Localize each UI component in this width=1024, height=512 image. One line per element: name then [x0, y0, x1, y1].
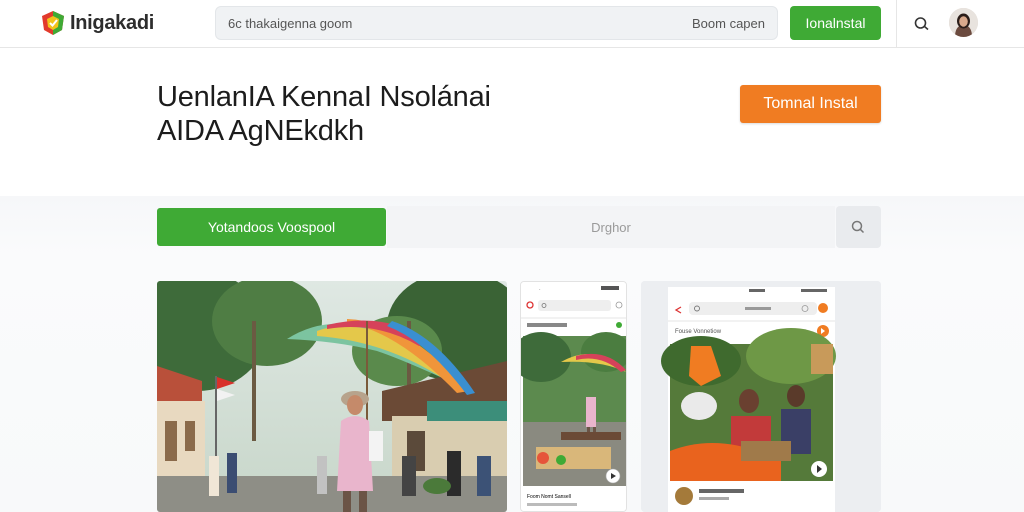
search-icon [851, 220, 865, 234]
logo-icon [42, 11, 64, 35]
phone-screenshot: · Foom Nomt Sansell [521, 282, 626, 511]
search-bar[interactable]: Boom capen [215, 6, 778, 40]
main-photo-card[interactable] [157, 281, 507, 512]
tablet-preview-card[interactable]: Fouse Vonnetiow [641, 281, 881, 512]
tablet-caption: Fouse Vonnetiow [675, 329, 722, 335]
phone-preview-card[interactable]: · Foom Nomt Sansell [520, 281, 627, 512]
page-title: UenlanIA KennaI Nsolánai AIDA AgNEkdkh [157, 80, 491, 148]
hero-install-button[interactable]: Tomnal Instal [740, 85, 881, 123]
title-line-1: UenlanIA KennaI Nsolánai [157, 81, 491, 113]
filter-input[interactable] [387, 206, 835, 248]
video-button[interactable]: Yotandoos Voospool [157, 208, 386, 246]
divider [896, 0, 897, 48]
phone-caption: Foom Nomt Sansell [527, 494, 571, 500]
install-button[interactable]: Ionalnstal [790, 6, 881, 40]
logo-text: Inigakadi [70, 11, 154, 34]
open-link[interactable]: Boom capen [692, 16, 765, 31]
umbrella-photo [157, 281, 507, 512]
filter-search-button[interactable] [836, 206, 881, 248]
search-icon[interactable] [912, 14, 932, 34]
search-input[interactable] [228, 13, 608, 33]
avatar-image [949, 8, 978, 37]
title-line-2: AIDA AgNEkdkh [157, 115, 364, 147]
tablet-screenshot: Fouse Vonnetiow [641, 281, 881, 512]
top-navbar: Inigakadi Boom capen Ionalnstal [0, 0, 1024, 48]
avatar[interactable] [949, 8, 978, 37]
logo[interactable]: Inigakadi [40, 10, 154, 36]
